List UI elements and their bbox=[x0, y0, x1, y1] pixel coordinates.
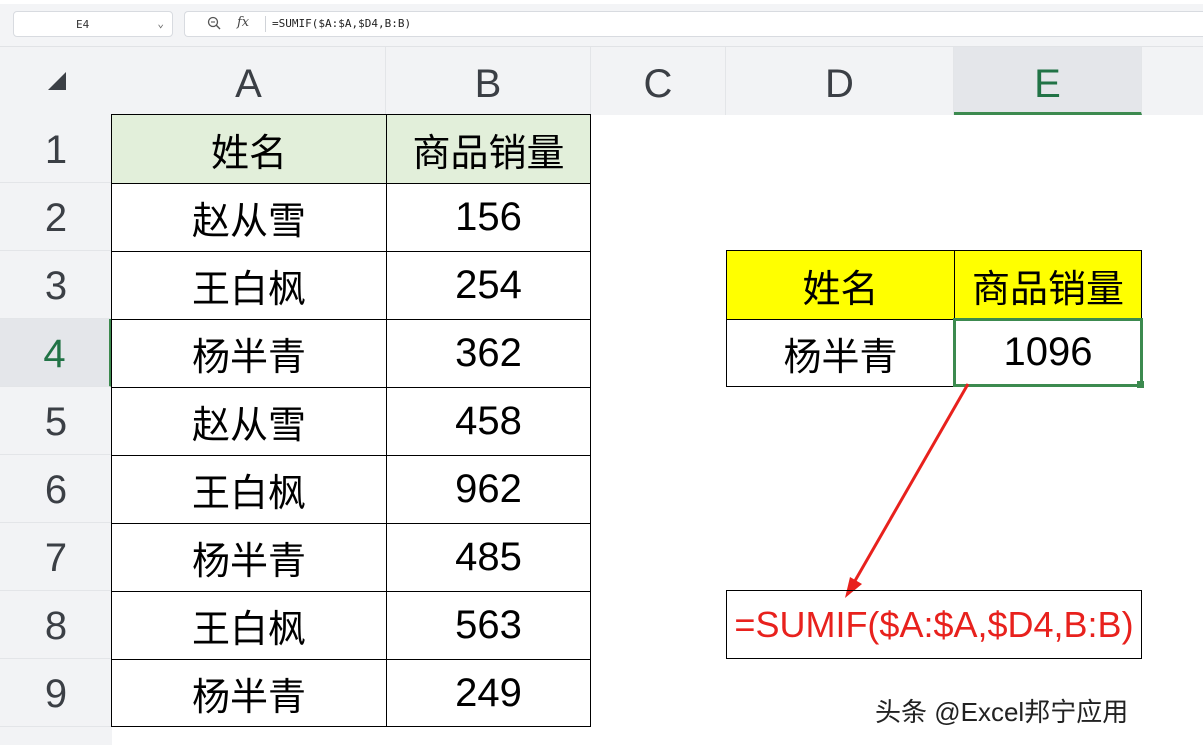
watermark: 头条 @Excel邦宁应用 bbox=[875, 697, 1129, 727]
formula-annotation: =SUMIF($A:$A,$D4,B:B) bbox=[726, 590, 1142, 659]
